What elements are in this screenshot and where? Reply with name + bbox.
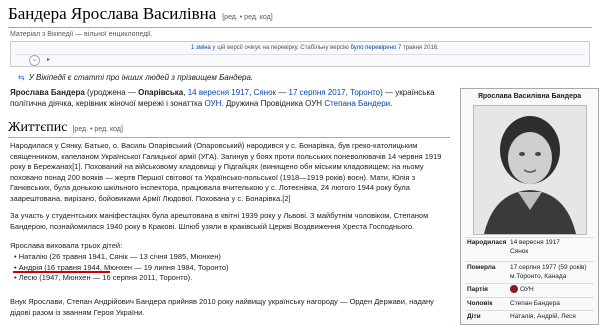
lead-text: . Дружина Провідника ОУН (221, 99, 325, 108)
infobox-divider (465, 261, 594, 262)
title-divider (8, 27, 592, 28)
page-title: Бандера Ярослава Василівна [ред. • ред. к… (8, 4, 273, 24)
portrait-image (474, 106, 586, 234)
hatnote-text: У Вікіпедії є статті про інших людей з п… (28, 73, 254, 82)
infobox-born-date[interactable]: 14 вересня 1917 (510, 239, 560, 246)
infobox-spouse[interactable]: Степан Бандера (510, 300, 560, 307)
children-intro: Ярослава виховала трьох дітей: (10, 241, 123, 250)
infobox-children: Наталія, Андрій, Леся (510, 313, 576, 320)
infobox-divider (465, 283, 594, 284)
review-arrow-icon: ▸ (47, 57, 51, 63)
oun-link[interactable]: ОУН (204, 99, 221, 108)
infobox-divider (465, 310, 594, 311)
death-place-link[interactable]: Торонто (350, 88, 380, 97)
lead-maiden-name: Опарівська (138, 88, 184, 97)
pending-changes-link[interactable]: 1 зміна (191, 45, 211, 51)
infobox-died-date[interactable]: 17 серпня 1977 (59 років) (510, 264, 587, 271)
birth-place-link[interactable]: Сянок (254, 88, 276, 97)
infobox-divider (465, 297, 594, 298)
portrait-photo (473, 105, 587, 235)
list-item: Наталію (26 травня 1941, Сянік — 13 січн… (14, 252, 229, 263)
section-heading-text: Життєпис (8, 120, 68, 135)
infobox-label: Партія (467, 286, 488, 293)
infobox-divider (465, 237, 594, 238)
lead-paragraph: Ярослава Бандера (уроджена — Опарівська,… (10, 88, 435, 108)
lead-name: Ярослава Бандера (10, 88, 85, 97)
section-divider (8, 137, 450, 138)
infobox-label: Померла (467, 264, 496, 271)
pending-review-bar: 1 зміна у цій версії очікує на перевірку… (10, 41, 590, 67)
hatnote: ⇆ У Вікіпедії є статті про інших людей з … (18, 73, 253, 82)
site-subtitle: Матеріал з Вікіпедії — вільної енциклопе… (10, 31, 153, 38)
infobox-label: Народилася (467, 239, 507, 246)
red-underline-annotation (13, 271, 110, 273)
infobox: Ярослава Василівна Бандера Народилася 14… (460, 88, 599, 325)
section-edit-links[interactable]: [ред. • ред. код] (72, 126, 122, 133)
review-text-mid: у цій версії очікує на перевірку. Стабіл… (210, 45, 351, 51)
section-heading: Життєпис [ред. • ред. код] (8, 120, 123, 136)
list-item: Лесю (1947, Мюнхен — 16 серпня 2011, Тор… (14, 273, 229, 284)
review-divider (15, 54, 585, 55)
title-edit-links[interactable]: [ред. • ред. код] (222, 14, 272, 21)
birth-date-link[interactable]: 14 вересня 1917 (188, 88, 249, 97)
review-toggle-icon[interactable]: ⌄ (29, 55, 40, 66)
stepan-bandera-link[interactable]: Степана Бандери (324, 99, 390, 108)
disambiguation-icon: ⇆ (18, 73, 25, 82)
page-title-text: Бандера Ярослава Василівна (8, 4, 217, 23)
biography-paragraph-4: Внук Ярослави, Степан Андрійович Бандера… (10, 297, 434, 317)
infobox-label: Діти (467, 313, 481, 320)
lead-text: . (390, 99, 393, 108)
infobox-born-place[interactable]: Сянок (510, 248, 528, 255)
lead-text: (уроджена — (84, 88, 139, 97)
infobox-party[interactable]: ОУН (520, 286, 534, 293)
children-list: Наталію (26 травня 1941, Сянік — 13 січн… (14, 252, 229, 284)
review-status-text: 1 зміна у цій версії очікує на перевірку… (191, 45, 439, 51)
party-emblem-icon (510, 285, 518, 293)
biography-paragraph-2: За участь у студентських маніфестаціях б… (10, 211, 429, 231)
review-date: 7 травня 2016. (396, 45, 439, 51)
death-date-link[interactable]: 17 серпня 2017 (289, 88, 346, 97)
infobox-title: Ярослава Василівна Бандера (477, 93, 582, 100)
biography-paragraph-1: Народилася у Сянку. Батько, о. Василь Оп… (10, 141, 442, 203)
infobox-died-place[interactable]: м.Торонто, Канада (510, 273, 566, 280)
infobox-label: Чоловік (467, 300, 493, 307)
stable-version-link[interactable]: було перевірено (350, 45, 396, 51)
